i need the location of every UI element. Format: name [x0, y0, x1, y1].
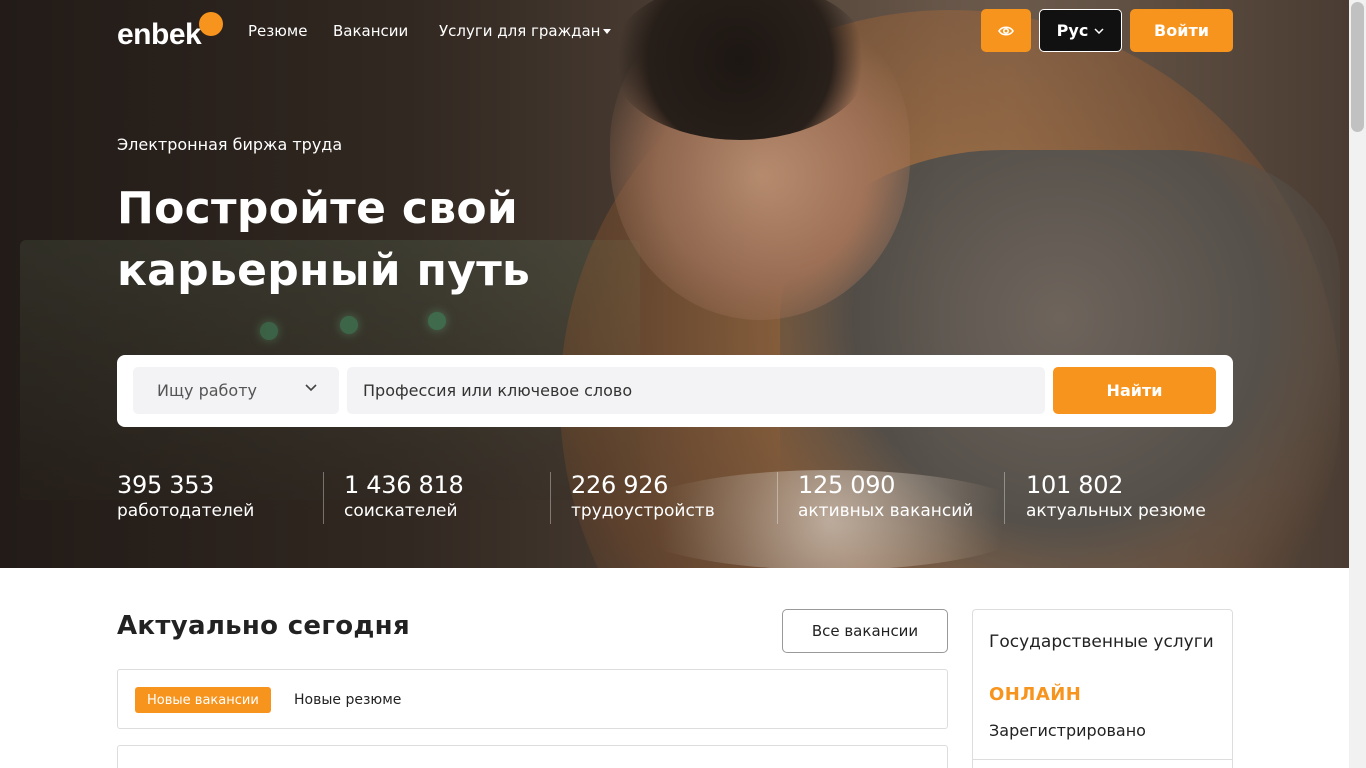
chevron-down-icon [305, 384, 317, 392]
stat-employments: 226 926 трудоустройств [571, 470, 715, 522]
site-logo[interactable]: enbek [117, 12, 223, 51]
gov-services-registered: Зарегистрировано [989, 721, 1146, 740]
search-panel: Ищу работу Найти [117, 355, 1233, 427]
logo-text: enbek [117, 18, 202, 51]
caret-down-icon [603, 29, 612, 34]
tab-new-vacancies[interactable]: Новые вакансии [135, 687, 271, 713]
stat-value: 1 436 818 [344, 471, 464, 499]
chevron-down-icon [1094, 27, 1104, 34]
search-mode-select[interactable]: Ищу работу [133, 367, 339, 414]
language-select[interactable]: Рус [1039, 9, 1122, 52]
logo-dot [199, 12, 223, 36]
vacancy-card[interactable] [117, 745, 948, 768]
stat-applicants: 1 436 818 соискателей [344, 470, 464, 522]
stat-label: соискателей [344, 501, 458, 521]
divider [973, 759, 1232, 760]
hero-headline: Постройте свой карьерный путь [117, 183, 531, 296]
stat-employers: 395 353 работодателей [117, 470, 254, 522]
stat-actual-resumes: 101 802 актуальных резюме [1026, 470, 1206, 522]
stat-label: актуальных резюме [1026, 501, 1206, 521]
nav-link-services-label: Услуги для граждан [439, 22, 601, 40]
stat-label: работодателей [117, 501, 255, 521]
nav-link-services[interactable]: Услуги для граждан [439, 21, 612, 41]
section-title-today: Актуально сегодня [117, 611, 410, 641]
stat-label: трудоустройств [571, 501, 715, 521]
gov-services-title: Государственные услуги [989, 632, 1214, 652]
eye-icon [998, 25, 1014, 36]
nav-link-resume[interactable]: Резюме [248, 21, 307, 41]
stat-divider [323, 472, 324, 524]
search-mode-label: Ищу работу [157, 381, 257, 400]
vacancy-tabs: Новые вакансии Новые резюме [117, 669, 948, 729]
top-navbar: enbek Резюме Вакансии Услуги для граждан… [0, 0, 1349, 62]
stat-value: 125 090 [798, 471, 896, 499]
tab-new-resumes[interactable]: Новые резюме [294, 692, 401, 708]
all-vacancies-button[interactable]: Все вакансии [782, 609, 948, 653]
login-button[interactable]: Войти [1130, 9, 1233, 52]
scrollbar-thumb[interactable] [1351, 2, 1364, 132]
stat-divider [1004, 472, 1005, 524]
search-input[interactable] [347, 367, 1045, 414]
stat-divider [777, 472, 778, 524]
hero-subtitle: Электронная биржа труда [117, 135, 343, 154]
stat-label: активных вакансий [798, 501, 974, 521]
stat-divider [550, 472, 551, 524]
search-button[interactable]: Найти [1053, 367, 1216, 414]
gov-services-online: ОНЛАЙН [989, 684, 1082, 705]
stat-value: 226 926 [571, 471, 669, 499]
stat-value: 101 802 [1026, 471, 1124, 499]
accessibility-eye-button[interactable] [981, 9, 1031, 52]
gov-services-card[interactable]: Государственные услуги ОНЛАЙН Зарегистри… [972, 609, 1233, 768]
stat-active-vacancies: 125 090 активных вакансий [798, 470, 973, 522]
nav-link-vacancies[interactable]: Вакансии [333, 21, 408, 41]
stat-value: 395 353 [117, 471, 215, 499]
page-scrollbar[interactable] [1349, 0, 1366, 768]
language-label: Рус [1056, 21, 1089, 40]
